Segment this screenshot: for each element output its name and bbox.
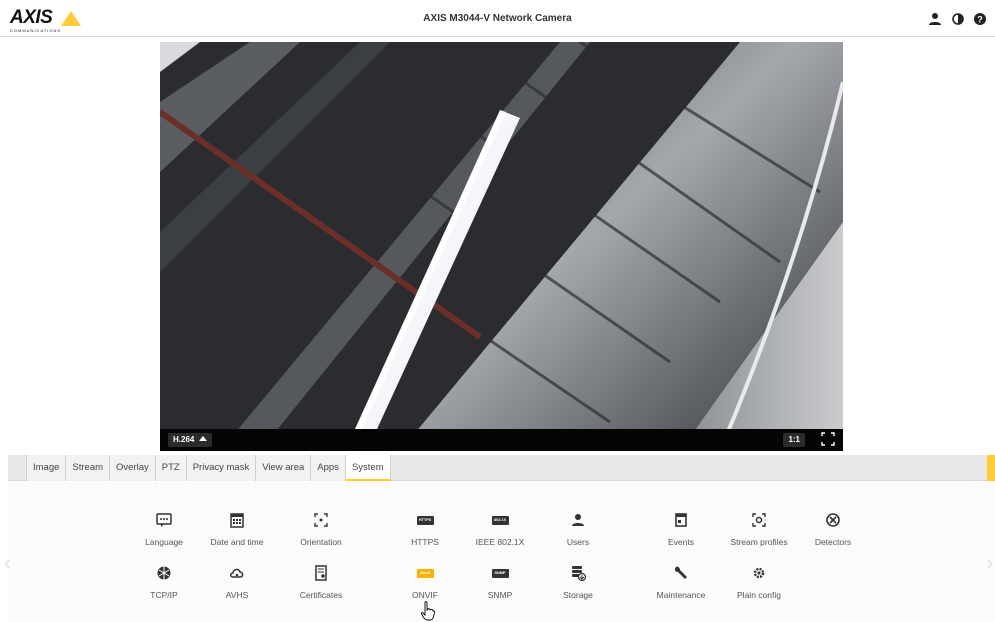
- tab-apps[interactable]: Apps: [310, 455, 345, 481]
- fullscreen-icon[interactable]: [821, 432, 835, 446]
- scroll-left-arrow[interactable]: ‹: [4, 550, 11, 576]
- system-item-label: SNMP: [487, 590, 513, 600]
- system-item-label: ONVIF: [412, 590, 438, 600]
- top-header: AXIS COMMUNICATIONS AXIS M3044-V Network…: [0, 0, 995, 37]
- camera-image: [160, 42, 843, 451]
- settings-tab-bar: Image Stream Overlay PTZ Privacy mask Vi…: [8, 455, 995, 481]
- system-item-label: Certificates: [299, 590, 343, 600]
- help-icon[interactable]: ?: [973, 12, 987, 26]
- system-item-label: Language: [145, 537, 183, 547]
- video-control-bar: H.264 1:1: [160, 429, 843, 451]
- system-item-events[interactable]: Events: [641, 512, 721, 547]
- cloud-icon: [230, 568, 244, 578]
- system-item-label: Detectors: [814, 537, 852, 547]
- chip-label: 802.1X: [491, 515, 509, 525]
- logo-subtext: COMMUNICATIONS: [10, 28, 62, 33]
- system-item-label: HTTPS: [411, 537, 439, 547]
- system-item-certificates[interactable]: Certificates: [281, 565, 361, 600]
- system-item-avhs[interactable]: AVHS: [197, 565, 277, 600]
- detectors-icon: [826, 513, 840, 527]
- system-item-onvif[interactable]: Onvif ONVIF: [385, 565, 465, 600]
- orientation-icon: [314, 513, 328, 527]
- system-item-users[interactable]: Users: [538, 512, 618, 547]
- tab-image[interactable]: Image: [26, 455, 66, 481]
- contrast-icon[interactable]: [951, 12, 965, 26]
- stream-profiles-icon: [752, 513, 766, 527]
- user-icon[interactable]: [928, 12, 942, 26]
- chip-label: SNMP: [491, 568, 509, 578]
- system-settings-panel: [8, 482, 995, 622]
- codec-label: H.264: [173, 435, 195, 444]
- system-item-label: Users: [566, 537, 590, 547]
- storage-icon: [572, 566, 587, 581]
- ieee-chip-icon: 802.1X: [491, 512, 509, 528]
- tab-privacy-mask[interactable]: Privacy mask: [185, 455, 256, 481]
- onvif-chip-icon: Onvif: [416, 565, 434, 581]
- calendar-icon: [230, 513, 244, 528]
- hand-cursor-icon: [421, 601, 435, 621]
- chip-label: HTTPS: [416, 515, 434, 525]
- system-item-language[interactable]: Language: [124, 512, 204, 547]
- system-item-label: AVHS: [225, 590, 249, 600]
- system-item-plain-config[interactable]: Plain config: [719, 565, 799, 600]
- tab-list: Image Stream Overlay PTZ Privacy mask Vi…: [26, 455, 391, 481]
- system-item-snmp[interactable]: SNMP SNMP: [460, 565, 540, 600]
- panel-toggle-button[interactable]: [987, 455, 995, 481]
- scale-1-1-button[interactable]: 1:1: [783, 433, 805, 447]
- chip-label: Onvif: [416, 568, 434, 578]
- event-calendar-icon: [675, 513, 687, 527]
- system-item-label: Storage: [563, 590, 593, 600]
- system-item-https[interactable]: HTTPS HTTPS: [385, 512, 465, 547]
- network-globe-icon: [157, 566, 171, 580]
- scroll-right-arrow[interactable]: ›: [986, 550, 993, 576]
- language-icon: [156, 513, 172, 527]
- system-item-label: Events: [668, 537, 694, 547]
- system-item-ieee-8021x[interactable]: 802.1X IEEE 802.1X: [460, 512, 540, 547]
- system-item-label: TCP/IP: [150, 590, 178, 600]
- tab-system[interactable]: System: [344, 455, 391, 481]
- system-item-tcp-ip[interactable]: TCP/IP: [124, 565, 204, 600]
- system-item-label: Orientation: [300, 537, 342, 547]
- tab-overlay[interactable]: Overlay: [109, 455, 155, 481]
- system-item-label: Date and time: [210, 537, 264, 547]
- system-item-stream-profiles[interactable]: Stream profiles: [719, 512, 799, 547]
- live-video-view[interactable]: H.264 1:1: [160, 42, 843, 451]
- https-chip-icon: HTTPS: [416, 512, 434, 528]
- system-item-detectors[interactable]: Detectors: [793, 512, 873, 547]
- system-item-label: IEEE 802.1X: [475, 537, 525, 547]
- tab-ptz[interactable]: PTZ: [154, 455, 186, 481]
- system-item-maintenance[interactable]: Maintenance: [641, 565, 721, 600]
- system-item-orientation[interactable]: Orientation: [281, 512, 361, 547]
- page-title: AXIS M3044-V Network Camera: [423, 13, 572, 24]
- caret-up-icon: [199, 436, 208, 441]
- gear-icon: [753, 567, 765, 579]
- wrench-icon: [674, 566, 687, 579]
- system-item-storage[interactable]: Storage: [538, 565, 618, 600]
- tab-view-area[interactable]: View area: [255, 455, 311, 481]
- user-icon: [572, 514, 584, 526]
- tab-stream[interactable]: Stream: [65, 455, 110, 481]
- certificate-icon: [315, 565, 327, 581]
- system-item-date-and-time[interactable]: Date and time: [197, 512, 277, 547]
- system-item-label: Stream profiles: [730, 537, 788, 547]
- system-item-label: Plain config: [737, 590, 781, 600]
- stream-format-button[interactable]: H.264: [168, 433, 213, 447]
- snmp-chip-icon: SNMP: [491, 565, 509, 581]
- svg-text:?: ?: [977, 15, 983, 25]
- system-item-label: Maintenance: [656, 590, 706, 600]
